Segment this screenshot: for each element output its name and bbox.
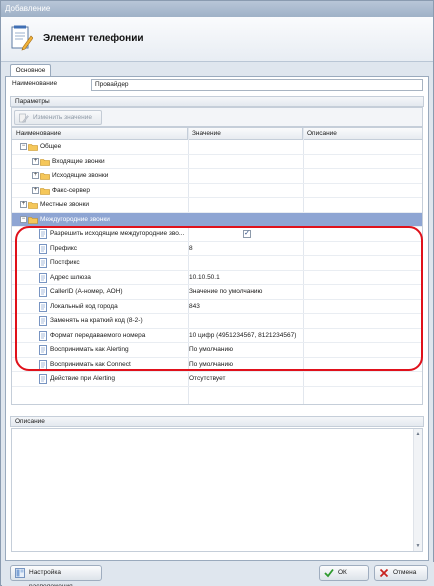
- expand-icon[interactable]: +: [32, 172, 39, 179]
- name-row: Наименование Провайдер: [12, 79, 423, 91]
- document-edit-icon: [11, 25, 33, 51]
- header-title: Элемент телефонии: [43, 33, 144, 44]
- grid-cell-value[interactable]: [188, 140, 301, 154]
- name-input[interactable]: Провайдер: [91, 79, 423, 91]
- column-header-value[interactable]: Значение: [188, 128, 303, 140]
- grid-row[interactable]: + Факс-сервер: [12, 184, 422, 198]
- edit-icon: [19, 113, 29, 123]
- grid-cell-value[interactable]: [188, 184, 301, 198]
- expand-icon[interactable]: +: [32, 157, 39, 165]
- grid-row[interactable]: + Местные звонки: [12, 198, 422, 213]
- grid-cell-value[interactable]: [188, 155, 301, 169]
- edit-value-label: Изменить значение: [33, 114, 93, 121]
- checkmark-icon: [324, 568, 334, 578]
- name-label: Наименование: [12, 80, 58, 87]
- folder-icon: [28, 144, 38, 151]
- ok-label: ОК: [338, 569, 347, 576]
- grid-cell-description: [303, 198, 421, 212]
- grid-cell-description: [303, 140, 421, 154]
- layout-settings-label: Настройка расположения: [29, 569, 73, 586]
- row-label: Факс-сервер: [52, 186, 90, 194]
- row-label: Местные звонки: [40, 201, 90, 208]
- grid-row[interactable]: − Общее: [12, 140, 422, 155]
- grid-header: Наименование Значение Описание: [12, 128, 422, 140]
- folder-icon: [40, 173, 50, 180]
- description-scrollbar[interactable]: ▲ ▼: [413, 429, 422, 551]
- collapse-icon[interactable]: −: [20, 143, 27, 150]
- collapse-icon[interactable]: −: [20, 215, 27, 223]
- expand-icon[interactable]: +: [32, 186, 39, 194]
- description-section-header: Описание: [10, 416, 424, 427]
- grid-cell-description: [303, 169, 421, 183]
- grid-cell-description: [303, 213, 421, 227]
- grid-cell-value[interactable]: [188, 169, 301, 183]
- grid-cell-value[interactable]: [188, 213, 301, 227]
- description-textarea[interactable]: ▲ ▼: [11, 428, 423, 552]
- layout-settings-button[interactable]: Настройка расположения: [10, 565, 102, 586]
- grid-cell-name: + Факс-сервер: [12, 184, 186, 198]
- grid-row[interactable]: Действие при Alerting Отсутствует: [12, 372, 422, 387]
- grid-cell-description: [303, 155, 421, 169]
- ok-button[interactable]: ОК: [319, 565, 369, 581]
- row-label: Действие при Alerting: [50, 375, 115, 382]
- highlight-annotation: [15, 226, 423, 371]
- folder-icon: [28, 202, 38, 209]
- folder-icon: [40, 158, 50, 166]
- grid-row[interactable]: + Входящие звонки: [12, 155, 422, 169]
- grid-cell-name: − Общее: [12, 140, 186, 154]
- grid-cell-name: − Междугородние звонки: [12, 213, 186, 227]
- row-label: Исходящие звонки: [52, 172, 109, 179]
- folder-icon: [40, 187, 50, 195]
- folder-icon: [28, 216, 38, 224]
- grid-cell-name: Действие при Alerting: [12, 372, 186, 386]
- property-icon: [39, 374, 47, 384]
- row-label: Входящие звонки: [52, 157, 105, 165]
- grid-cell-description: [303, 184, 421, 198]
- close-icon: [379, 568, 389, 578]
- row-label: Общее: [40, 143, 62, 150]
- edit-value-button[interactable]: Изменить значение: [14, 110, 102, 125]
- layout-icon: [15, 568, 25, 578]
- cancel-label: Отмена: [393, 569, 417, 576]
- expand-icon[interactable]: +: [20, 201, 27, 208]
- grid-cell-name: + Местные звонки: [12, 198, 186, 212]
- cancel-button[interactable]: Отмена: [374, 565, 428, 581]
- column-header-name[interactable]: Наименование: [12, 128, 188, 140]
- grid-row[interactable]: − Междугородние звонки: [12, 212, 422, 227]
- grid-cell-name: + Входящие звонки: [12, 155, 186, 169]
- params-section-header: Параметры: [10, 96, 424, 107]
- row-value: Отсутствует: [189, 375, 226, 382]
- row-label: Междугородние звонки: [40, 215, 110, 223]
- grid-row[interactable]: + Исходящие звонки: [12, 169, 422, 184]
- dialog-header: Элемент телефонии: [1, 17, 433, 62]
- dialog-window: Добавление Элемент телефонии Основное На…: [0, 0, 434, 586]
- dialog-footer: Настройка расположения ОК Отмена: [2, 562, 434, 586]
- window-title: Добавление: [1, 1, 433, 17]
- scroll-down-icon[interactable]: ▼: [415, 543, 421, 549]
- grid-cell-value[interactable]: Отсутствует: [188, 372, 301, 386]
- grid-cell-description: [303, 372, 421, 386]
- column-header-description[interactable]: Описание: [303, 128, 422, 140]
- grid-cell-value[interactable]: [188, 198, 301, 212]
- params-toolbar: Изменить значение: [11, 107, 423, 127]
- grid-cell-name: + Исходящие звонки: [12, 169, 186, 183]
- scroll-up-icon[interactable]: ▲: [415, 431, 421, 437]
